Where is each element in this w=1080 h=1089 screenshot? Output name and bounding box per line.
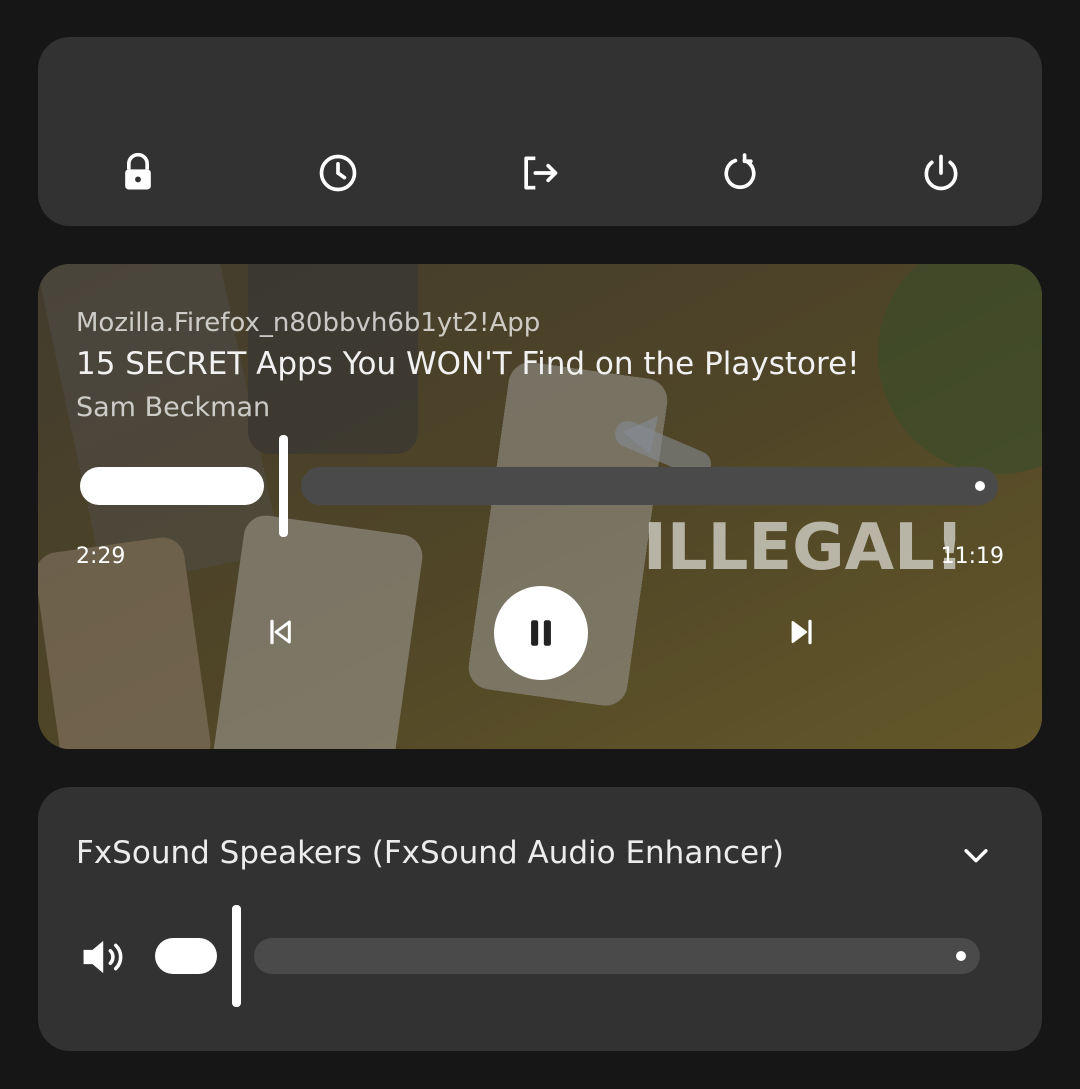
- audio-device-name[interactable]: FxSound Speakers (FxSound Audio Enhancer…: [76, 835, 784, 871]
- progress-end-dot: [975, 481, 985, 491]
- audio-output-card: FxSound Speakers (FxSound Audio Enhancer…: [38, 787, 1042, 1051]
- sleep-button[interactable]: [314, 149, 362, 197]
- media-title: 15 SECRET Apps You WON'T Find on the Pla…: [76, 346, 860, 382]
- power-icon: [924, 154, 958, 191]
- total-time: 11:19: [940, 544, 1004, 569]
- progress-filled: [80, 467, 264, 505]
- play-pause-button[interactable]: [494, 586, 588, 680]
- skip-next-icon: [791, 619, 812, 645]
- artwork-text: ILLEGAL!: [643, 511, 964, 585]
- media-app-name: Mozilla.Firefox_n80bbvh6b1yt2!App: [76, 308, 541, 338]
- lock-icon: [125, 152, 151, 190]
- power-button[interactable]: [917, 149, 965, 197]
- mute-toggle-button[interactable]: [80, 935, 130, 979]
- next-track-button[interactable]: [782, 612, 822, 652]
- clock-icon: [319, 154, 357, 192]
- chevron-down-icon: [964, 849, 988, 863]
- lock-button[interactable]: [114, 149, 162, 197]
- volume-track[interactable]: [254, 938, 980, 974]
- volume-end-dot: [956, 951, 966, 961]
- logout-icon: [524, 156, 558, 190]
- media-player-card: ILLEGAL! Mozilla.Firefox_n80bbvh6b1yt2!A…: [38, 264, 1042, 749]
- volume-handle[interactable]: [232, 905, 241, 1007]
- volume-icon: [83, 940, 123, 974]
- power-menu-card: [38, 37, 1042, 226]
- logout-button[interactable]: [515, 149, 563, 197]
- volume-filled: [155, 938, 217, 974]
- previous-track-button[interactable]: [260, 612, 300, 652]
- device-dropdown-button[interactable]: [956, 835, 996, 875]
- current-time: 2:29: [76, 544, 126, 569]
- media-artist: Sam Beckman: [76, 392, 271, 423]
- progress-handle[interactable]: [279, 435, 288, 537]
- pause-icon: [531, 620, 551, 646]
- restart-icon: [724, 153, 756, 189]
- restart-button[interactable]: [716, 149, 764, 197]
- progress-track[interactable]: [301, 467, 998, 505]
- skip-previous-icon: [270, 619, 291, 645]
